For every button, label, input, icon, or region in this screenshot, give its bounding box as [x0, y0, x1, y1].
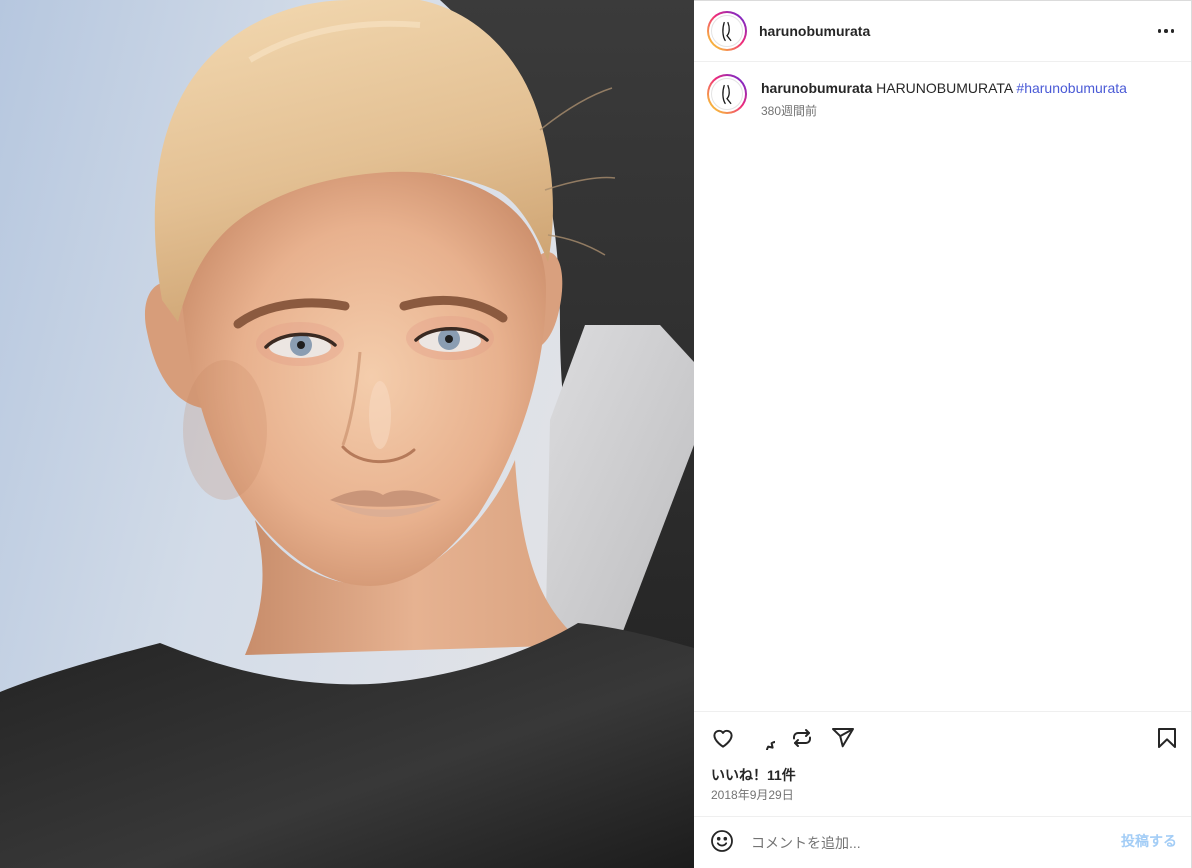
repost-icon[interactable]: [790, 726, 814, 750]
avatar-ring-gap: [709, 13, 745, 49]
caption-hashtag[interactable]: #harunobumurata: [1016, 80, 1127, 96]
bookmark-icon[interactable]: [1155, 726, 1179, 750]
left-cheek-shadow: [183, 360, 267, 500]
post-date: 2018年9月29日: [711, 788, 794, 802]
comment-icon[interactable]: [751, 726, 775, 750]
more-dot: [1157, 29, 1162, 33]
post-header: harunobumurata: [694, 1, 1191, 62]
avatar-ring-gap: [709, 76, 745, 112]
left-pupil: [297, 341, 305, 349]
post-caption: harunobumurata HARUNOBUMURATA #harunobum…: [761, 80, 1176, 97]
monogram-logo: [722, 21, 732, 42]
caption-avatar[interactable]: [707, 74, 747, 114]
post-photo: [0, 0, 694, 868]
comment-input[interactable]: [751, 832, 1101, 853]
more-dot: [1170, 29, 1175, 33]
heart-icon[interactable]: [711, 726, 735, 750]
action-bar: いいね！11件 2018年9月29日: [694, 711, 1191, 816]
more-dot: [1164, 29, 1168, 33]
header-avatar[interactable]: [707, 11, 747, 51]
post-comment-button[interactable]: 投稿する: [1121, 833, 1177, 850]
caption-text: HARUNOBUMURATA: [876, 80, 1013, 96]
post-details-panel: harunobumurata harunobumurata HARUNOBUMU…: [694, 0, 1192, 868]
caption-username[interactable]: harunobumurata: [761, 80, 872, 96]
post-photo-illustration: [0, 0, 694, 868]
right-pupil: [445, 335, 453, 343]
comment-bar: 投稿する: [694, 816, 1191, 868]
profile-avatar: [711, 78, 743, 110]
share-icon[interactable]: [831, 726, 855, 750]
more-options-icon[interactable]: [1154, 19, 1178, 43]
nose-highlight: [369, 381, 391, 449]
caption-time-ago: 380週間前: [761, 104, 818, 118]
monogram-logo: [722, 84, 732, 105]
header-username[interactable]: harunobumurata: [759, 23, 870, 40]
emoji-icon[interactable]: [710, 829, 734, 853]
profile-avatar: [711, 15, 743, 47]
likes-count[interactable]: いいね！11件: [711, 767, 796, 784]
